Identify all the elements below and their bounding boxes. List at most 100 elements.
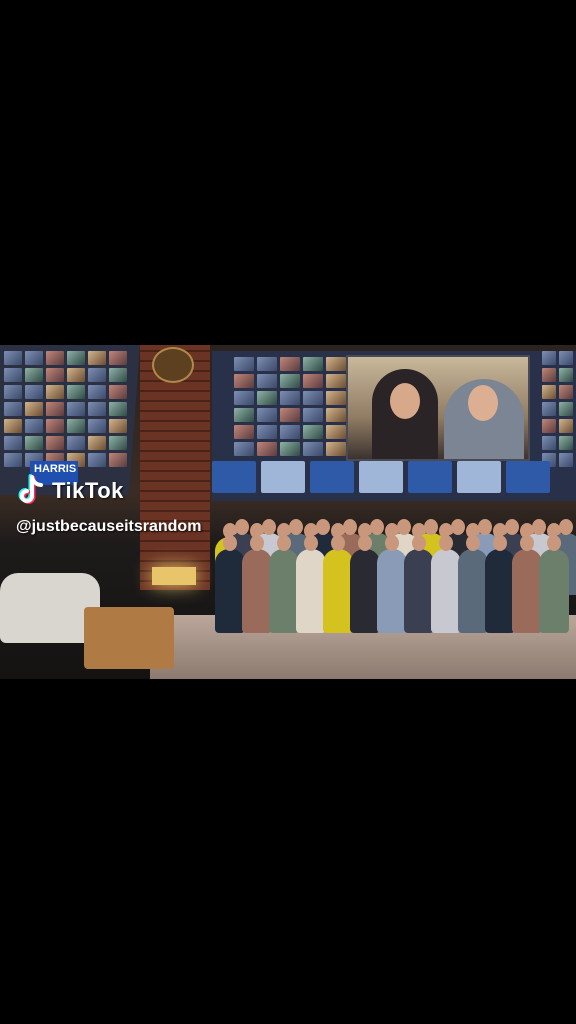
campaign-sign-strip — [212, 461, 550, 493]
video-tile — [234, 374, 254, 388]
video-tile — [559, 402, 573, 416]
audience-member — [269, 535, 299, 633]
video-tile — [559, 385, 573, 399]
video-tile — [4, 453, 22, 467]
video-tile — [280, 408, 300, 422]
video-tile — [46, 368, 64, 382]
campaign-sign — [506, 461, 550, 493]
video-tile — [326, 357, 346, 371]
audience-member — [323, 535, 353, 633]
video-tile — [234, 408, 254, 422]
virtual-audience-grid-right — [542, 351, 573, 467]
campaign-sign — [261, 461, 305, 493]
video-tile — [303, 391, 323, 405]
video-tile — [4, 419, 22, 433]
video-tile — [559, 351, 573, 365]
video-tile — [542, 419, 556, 433]
video-tile — [303, 374, 323, 388]
video-tile — [280, 442, 300, 456]
video-tile — [303, 408, 323, 422]
tiktok-logo-icon — [16, 474, 46, 508]
audience-member — [215, 535, 245, 633]
video-tile — [4, 351, 22, 365]
video-tile — [326, 408, 346, 422]
audience-member — [404, 535, 434, 633]
video-tile — [4, 436, 22, 450]
audience-member — [242, 535, 272, 633]
video-tile — [46, 402, 64, 416]
video-tile — [280, 374, 300, 388]
campaign-sign — [457, 461, 501, 493]
campaign-sign — [212, 461, 256, 493]
video-tile — [559, 419, 573, 433]
video-tile — [280, 357, 300, 371]
video-tile — [303, 357, 323, 371]
audience-member — [296, 535, 326, 633]
video-tile — [88, 368, 106, 382]
tiktok-watermark: TikTok @justbecauseitsrandom — [16, 474, 201, 536]
video-tile — [46, 351, 64, 365]
video-tile — [542, 436, 556, 450]
video-tile — [88, 385, 106, 399]
video-tile — [46, 385, 64, 399]
video-tile — [257, 442, 277, 456]
video-tile — [257, 425, 277, 439]
audience-member — [485, 535, 515, 633]
audience-member — [512, 535, 542, 633]
video-tile — [67, 351, 85, 365]
video-tile — [326, 374, 346, 388]
video-tile — [280, 391, 300, 405]
audience-member — [350, 535, 380, 633]
video-tile — [67, 419, 85, 433]
campaign-sign — [310, 461, 354, 493]
video-tile — [234, 391, 254, 405]
audience-member — [431, 535, 461, 633]
video-tile — [326, 391, 346, 405]
video-tile — [109, 368, 127, 382]
audience-member — [377, 535, 407, 633]
video-tile — [109, 419, 127, 433]
video-tile — [25, 351, 43, 365]
video-tile — [67, 368, 85, 382]
video-tile — [109, 351, 127, 365]
creator-handle: @justbecauseitsrandom — [16, 518, 202, 535]
video-tile — [542, 351, 556, 365]
video-tile — [234, 357, 254, 371]
video-tile — [280, 425, 300, 439]
video-tile — [25, 402, 43, 416]
video-tile — [257, 357, 277, 371]
video-tile — [25, 368, 43, 382]
video-tile — [542, 385, 556, 399]
video-tile — [4, 385, 22, 399]
video-tile — [109, 453, 127, 467]
audience-member — [539, 535, 569, 633]
tiktok-brand-label: TikTok — [52, 478, 124, 503]
campaign-sign — [359, 461, 403, 493]
video-tile — [88, 402, 106, 416]
featured-video-call — [346, 355, 530, 461]
video-tile — [88, 436, 106, 450]
campaign-sign — [408, 461, 452, 493]
video-tile — [25, 419, 43, 433]
video-tile — [67, 402, 85, 416]
video-tile — [542, 402, 556, 416]
video-tile — [326, 425, 346, 439]
armchair — [0, 573, 176, 669]
pillar-emblem — [152, 347, 194, 383]
video-tile — [326, 442, 346, 456]
video-tile — [303, 425, 323, 439]
video-tile — [109, 436, 127, 450]
video-tile — [88, 453, 106, 467]
virtual-audience-grid-center — [234, 357, 346, 456]
video-tile — [559, 368, 573, 382]
video-tile — [25, 436, 43, 450]
video-tile — [257, 374, 277, 388]
video-tile — [4, 368, 22, 382]
video-tile — [109, 402, 127, 416]
video-tile — [303, 442, 323, 456]
video-tile — [46, 436, 64, 450]
video-tile — [257, 408, 277, 422]
video-tile — [234, 425, 254, 439]
video-tile — [257, 391, 277, 405]
video-tile — [46, 419, 64, 433]
